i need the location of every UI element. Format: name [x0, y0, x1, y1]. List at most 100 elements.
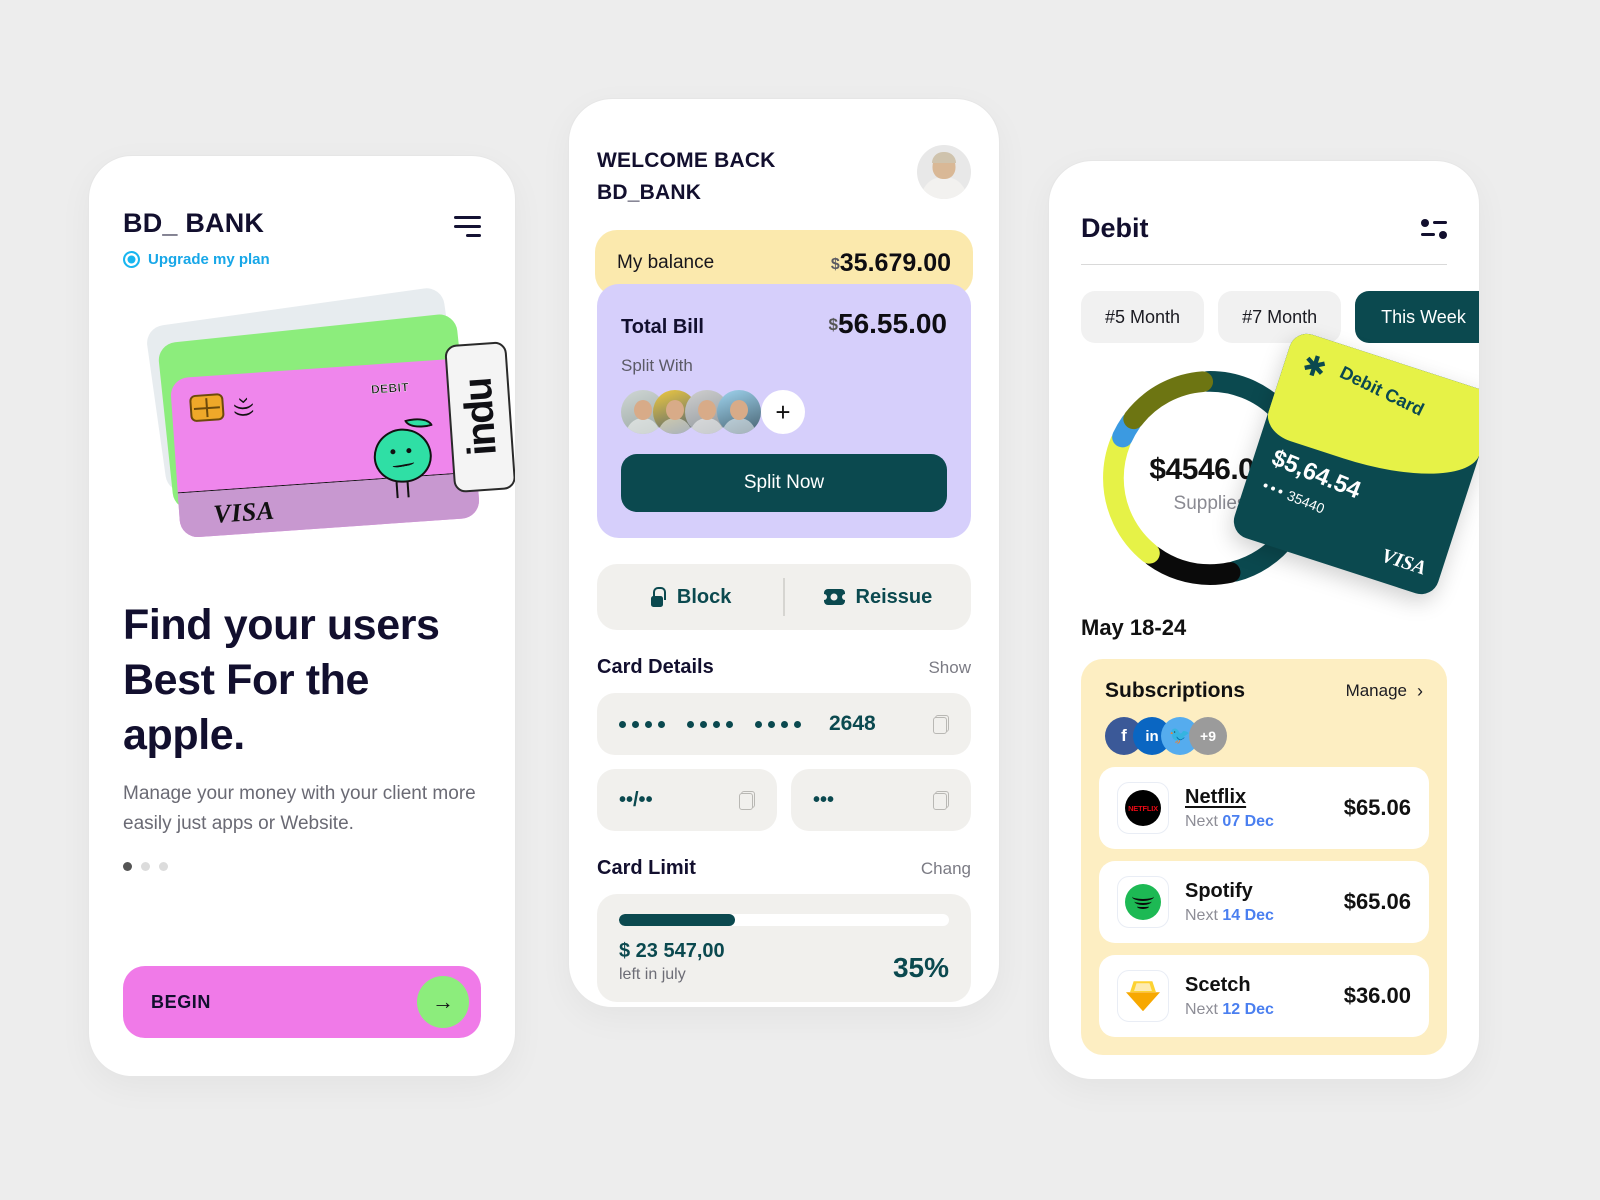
- list-item[interactable]: Spotify Next 14 Dec $65.06: [1099, 861, 1429, 944]
- netflix-logo: NETFLIX: [1117, 782, 1169, 835]
- total-bill-card: Total Bill $56.55.00 Split With + Split …: [597, 284, 971, 538]
- more-brands-badge[interactable]: +9: [1189, 717, 1227, 756]
- left-header: BD_ BANK: [123, 156, 481, 239]
- card-expiry-field[interactable]: ••/••: [597, 769, 777, 831]
- reissue-label: Reissue: [855, 585, 933, 608]
- subscription-next: Next 14 Dec: [1185, 907, 1344, 925]
- card-details-title: Card Details: [597, 656, 714, 678]
- next-label: Next: [1185, 906, 1218, 924]
- limit-period: left in july: [619, 966, 686, 983]
- balance-value: 35.679.00: [839, 248, 951, 277]
- card-limit-card: $ 23 547,00 left in july 35%: [597, 894, 971, 1002]
- card-cvv-masked: •••: [813, 788, 835, 811]
- copy-icon[interactable]: [739, 790, 755, 810]
- subscriptions-card: Subscriptions Manage › f in 🐦 +9 NETFLIX…: [1081, 659, 1447, 1056]
- mid-header: WELCOME BACK BD_BANK: [597, 99, 971, 208]
- balance-label: My balance: [617, 252, 715, 273]
- bill-header: Total Bill $56.55.00: [621, 308, 947, 340]
- card-last4: 2648: [829, 712, 876, 735]
- carousel-dots[interactable]: [123, 861, 481, 871]
- chip-icon: [188, 392, 225, 423]
- split-now-label: Split Now: [743, 472, 825, 493]
- reissue-button[interactable]: Reissue: [785, 586, 971, 609]
- split-with-label: Split With: [621, 356, 693, 375]
- card-actions: Block Reissue: [597, 564, 971, 630]
- contactless-icon: ›)): [232, 396, 257, 418]
- card-front-pink: ›)) DEBIT VISA indu: [169, 341, 515, 539]
- card-limit-change-link[interactable]: Chang: [921, 859, 971, 879]
- participant-avatar[interactable]: [717, 390, 761, 434]
- manage-subscriptions-link[interactable]: Manage ›: [1346, 681, 1423, 702]
- subscription-next: Next 07 Dec: [1185, 813, 1344, 831]
- next-date: 07 Dec: [1222, 812, 1274, 830]
- tab-this-week[interactable]: This Week: [1355, 291, 1479, 344]
- hamburger-icon[interactable]: [454, 216, 481, 237]
- bill-currency: $: [828, 315, 838, 334]
- subscription-next: Next 12 Dec: [1185, 1001, 1344, 1019]
- list-item[interactable]: Scetch Next 12 Dec $36.00: [1099, 955, 1429, 1038]
- next-date: 14 Dec: [1222, 906, 1274, 924]
- limit-amount: $ 23 547,00: [619, 940, 725, 962]
- phone-card-dashboard: WELCOME BACK BD_BANK My balance $35.679.…: [568, 98, 1000, 1008]
- begin-button[interactable]: BEGIN →: [123, 966, 481, 1038]
- avatar[interactable]: [917, 145, 971, 199]
- balance-currency: $: [830, 255, 840, 273]
- carousel-dot[interactable]: [159, 861, 168, 871]
- card-limit-header: Card Limit Chang: [597, 857, 971, 880]
- subscription-name: Scetch: [1185, 973, 1251, 996]
- list-item[interactable]: NETFLIX Netflix Next 07 Dec $65.06: [1099, 767, 1429, 850]
- sketch-logo: [1117, 970, 1169, 1023]
- card-limit-title: Card Limit: [597, 857, 696, 879]
- bill-label: Total Bill: [621, 316, 704, 338]
- chevron-right-icon: ›: [1417, 680, 1423, 701]
- filter-icon[interactable]: [1421, 218, 1447, 239]
- bill-amount: $56.55.00: [829, 308, 947, 340]
- subscriptions-title: Subscriptions: [1105, 679, 1246, 703]
- carousel-dot[interactable]: [141, 861, 150, 871]
- next-label: Next: [1185, 812, 1218, 830]
- copy-icon[interactable]: [933, 714, 949, 734]
- arrow-right-icon: →: [417, 976, 469, 1028]
- welcome-greeting: WELCOME BACK BD_BANK: [597, 145, 776, 208]
- split-now-button[interactable]: Split Now: [621, 454, 947, 512]
- card-details-header: Card Details Show: [597, 656, 971, 679]
- subscription-brand-icons: f in 🐦 +9: [1099, 717, 1429, 756]
- split-participants: +: [621, 390, 947, 434]
- card-debit-label: DEBIT: [370, 380, 410, 397]
- balance-amount: $35.679.00: [831, 249, 951, 278]
- card-details-show-link[interactable]: Show: [928, 658, 971, 678]
- page-title: Find your users Best For the apple.: [123, 601, 440, 760]
- subscription-price: $65.06: [1343, 889, 1411, 915]
- visa-logo: VISA: [1378, 544, 1429, 580]
- tab-5-month[interactable]: #5 Month: [1081, 291, 1205, 344]
- upgrade-plan-link[interactable]: Upgrade my plan: [123, 251, 481, 268]
- app-brand: BD_ BANK: [123, 208, 265, 238]
- subscriptions-header: Subscriptions Manage ›: [1099, 679, 1429, 703]
- card-illustration: ›)) DEBIT VISA indu: [123, 285, 515, 560]
- card-cvv-field[interactable]: •••: [791, 769, 971, 831]
- card-number-field[interactable]: 2648: [597, 693, 971, 755]
- screenshot-canvas: BD_ BANK Upgrade my plan ›)) DEBIT VISA: [0, 0, 1600, 1200]
- manage-label: Manage: [1345, 681, 1407, 701]
- card-visa-label: VISA: [212, 495, 276, 529]
- subscription-price: $36.00: [1343, 983, 1411, 1009]
- debit-title: Debit: [1081, 213, 1149, 243]
- block-label: Block: [676, 585, 732, 608]
- upgrade-badge-icon: [123, 251, 140, 268]
- period-tabs: #5 Month #7 Month This Week: [1081, 291, 1479, 344]
- subscription-name: Spotify: [1185, 879, 1253, 902]
- page-subtitle: Manage your money with your client more …: [123, 783, 476, 835]
- block-button[interactable]: Block: [597, 586, 783, 609]
- subscription-name: Netflix: [1185, 785, 1247, 808]
- subscription-price: $65.06: [1343, 795, 1411, 821]
- tab-7-month[interactable]: #7 Month: [1218, 291, 1342, 344]
- carousel-dot[interactable]: [123, 861, 132, 871]
- spending-donut-chart: $4546.00 Supplies ✱ Debit Card $5,64.54 …: [1081, 329, 1479, 609]
- copy-icon[interactable]: [933, 790, 949, 810]
- header-divider: [1081, 264, 1447, 266]
- next-date: 12 Dec: [1222, 1000, 1274, 1018]
- plus-icon[interactable]: +: [761, 390, 805, 434]
- welcome-line-1: WELCOME BACK: [597, 149, 776, 172]
- phone-debit-overview: Debit #5 Month #7 Month This Week $4546.…: [1048, 160, 1480, 1080]
- bill-value: 56.55.00: [838, 308, 947, 339]
